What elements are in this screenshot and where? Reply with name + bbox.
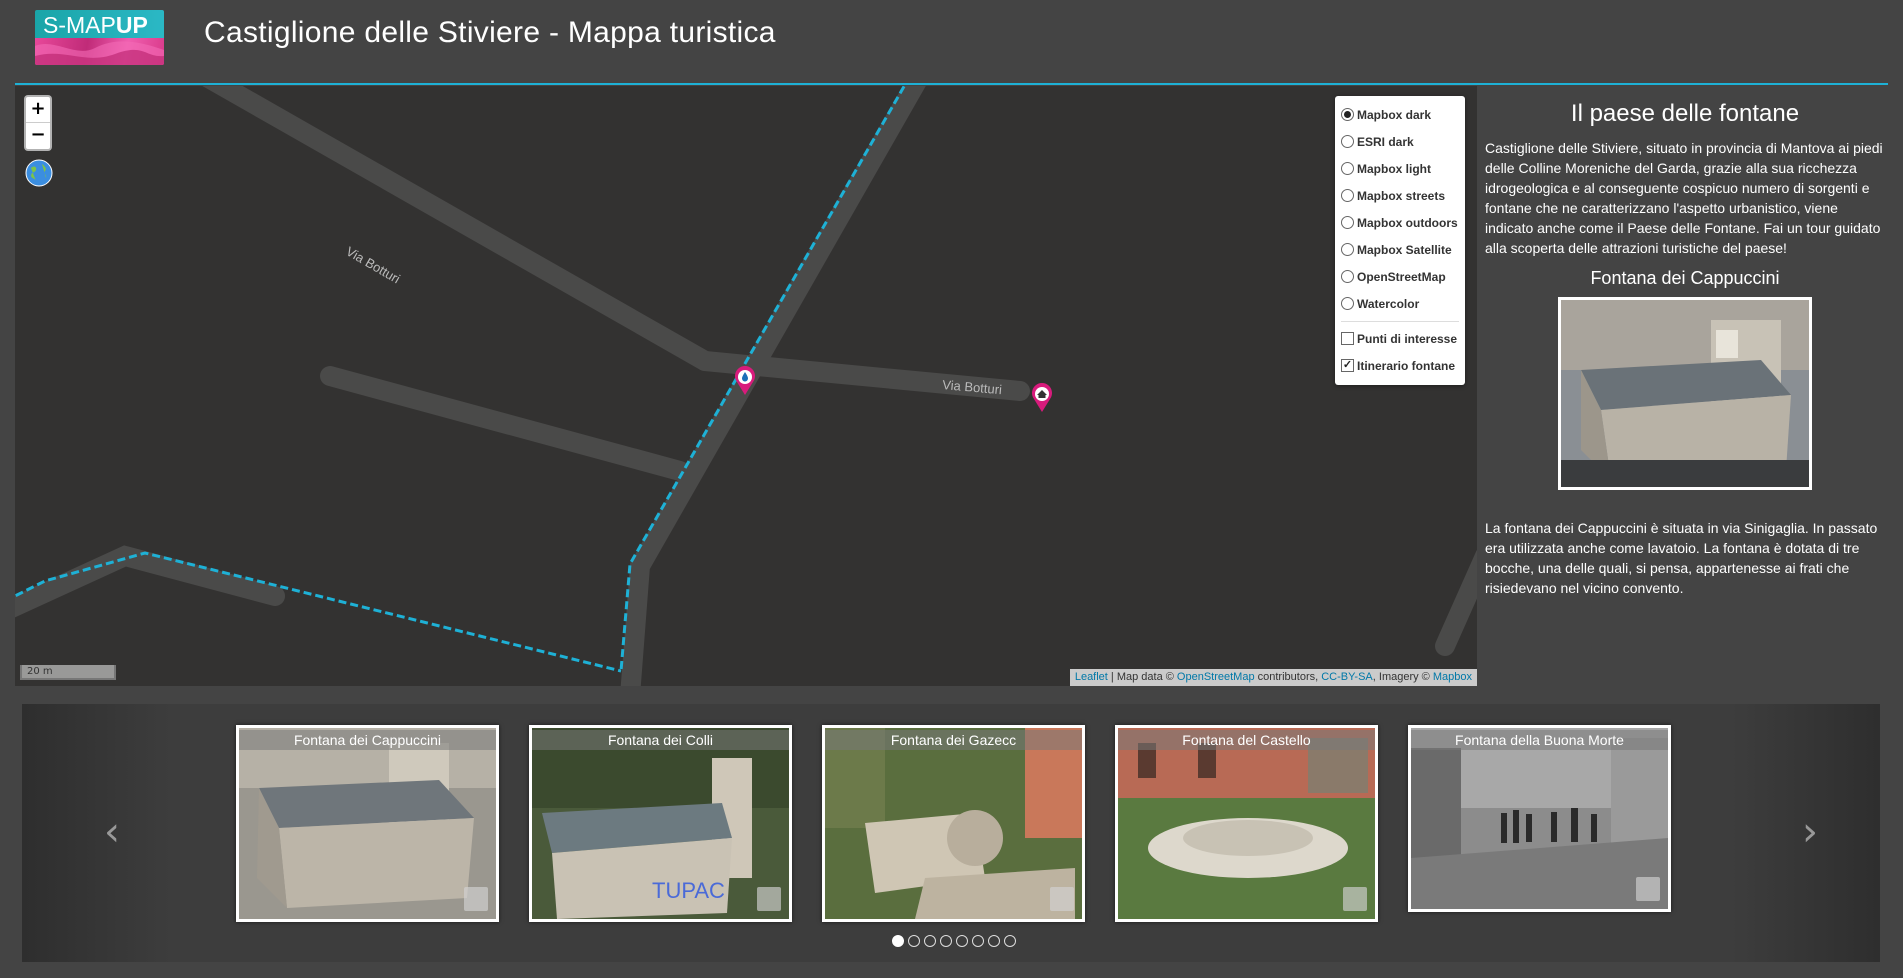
radio-button[interactable] [1341, 108, 1354, 121]
svg-text:TUPAC: TUPAC [652, 878, 725, 903]
page-title: Castiglione delle Stiviere - Mappa turis… [204, 16, 776, 49]
fountain-photo[interactable] [1558, 297, 1812, 490]
carousel-pagination [892, 935, 1016, 947]
layer-label: Mapbox streets [1357, 188, 1446, 203]
base-layer-option[interactable]: OpenStreetMap [1341, 263, 1459, 290]
overlay-layer-option[interactable]: Punti di interesse [1341, 325, 1459, 352]
map[interactable]: Via Botturi Via Botturi + − Mapbox dark E… [15, 86, 1477, 686]
card-label: Fontana dei Gazecc [825, 730, 1082, 750]
checkbox[interactable]: ✓ [1341, 359, 1354, 372]
layer-label: ESRI dark [1357, 134, 1414, 149]
street-label: Via Botturi [344, 244, 403, 287]
header-divider [15, 83, 1888, 85]
pagination-dot[interactable] [908, 935, 920, 947]
base-layer-option[interactable]: ESRI dark [1341, 128, 1459, 155]
pagination-dot[interactable] [988, 935, 1000, 947]
carousel-card[interactable]: TUPAC Fontana dei Colli [529, 725, 792, 922]
pagination-dot[interactable] [940, 935, 952, 947]
carousel-card[interactable]: Fontana dei Gazecc [822, 725, 1085, 922]
pagination-dot[interactable] [972, 935, 984, 947]
map-attribution: Leaflet | Map data © OpenStreetMap contr… [1069, 669, 1477, 686]
radio-button[interactable] [1341, 270, 1354, 283]
layer-label: OpenStreetMap [1357, 269, 1446, 284]
layer-label: Punti di interesse [1357, 331, 1458, 346]
radio-button[interactable] [1341, 297, 1354, 310]
pagination-dot[interactable] [892, 935, 904, 947]
zoom-control: + − [24, 95, 52, 151]
overlay-layer-option[interactable]: ✓ Itinerario fontane [1341, 352, 1459, 379]
pagination-dot[interactable] [924, 935, 936, 947]
home-marker-icon[interactable] [1031, 383, 1053, 413]
radio-button[interactable] [1341, 162, 1354, 175]
base-layer-option[interactable]: Mapbox light [1341, 155, 1459, 182]
pagination-dot[interactable] [956, 935, 968, 947]
checkbox[interactable] [1341, 332, 1354, 345]
logo: S-MAPUP [35, 10, 164, 65]
magnifier-icon[interactable] [757, 887, 781, 911]
sidebar-intro: Castiglione delle Stiviere, situato in p… [1485, 140, 1883, 256]
layer-label: Itinerario fontane [1357, 358, 1456, 373]
fountain-carousel: ‹ › Fontana dei Cappuccini TUPAC Fontana… [22, 704, 1880, 962]
info-sidebar: Il paese delle fontane Castiglione delle… [1485, 100, 1885, 598]
carousel-card[interactable]: Fontana della Buona Morte [1408, 725, 1671, 912]
globe-icon[interactable] [25, 159, 53, 187]
osm-link[interactable]: OpenStreetMap [1177, 671, 1255, 683]
layer-label: Watercolor [1357, 296, 1420, 311]
base-layer-option[interactable]: Mapbox outdoors [1341, 209, 1459, 236]
radio-button[interactable] [1341, 243, 1354, 256]
radio-button[interactable] [1341, 189, 1354, 202]
layer-label: Mapbox dark [1357, 107, 1432, 122]
layer-label: Mapbox light [1357, 161, 1431, 176]
base-layer-option[interactable]: Mapbox Satellite [1341, 236, 1459, 263]
carousel-card[interactable]: Fontana del Castello [1115, 725, 1378, 922]
magnifier-icon[interactable] [1343, 887, 1367, 911]
carousel-card[interactable]: Fontana dei Cappuccini [236, 725, 499, 922]
magnifier-icon[interactable] [1636, 877, 1660, 901]
base-layer-option[interactable]: Mapbox dark [1341, 101, 1459, 128]
carousel-next-button[interactable]: › [1795, 812, 1825, 852]
leaflet-link[interactable]: Leaflet [1075, 671, 1108, 683]
layer-label: Mapbox outdoors [1357, 215, 1458, 230]
license-link[interactable]: CC-BY-SA [1321, 671, 1373, 683]
base-layer-option[interactable]: Mapbox streets [1341, 182, 1459, 209]
card-label: Fontana dei Cappuccini [239, 730, 496, 750]
card-label: Fontana della Buona Morte [1411, 730, 1668, 750]
card-label: Fontana del Castello [1118, 730, 1375, 750]
magnifier-icon[interactable] [1050, 887, 1074, 911]
card-label: Fontana dei Colli [532, 730, 789, 750]
zoom-in-button[interactable]: + [26, 97, 50, 123]
carousel-prev-button[interactable]: ‹ [97, 812, 127, 852]
radio-button[interactable] [1341, 216, 1354, 229]
magnifier-icon[interactable] [464, 887, 488, 911]
pagination-dot[interactable] [1004, 935, 1016, 947]
zoom-out-button[interactable]: − [26, 123, 50, 149]
base-layer-option[interactable]: Watercolor [1341, 290, 1459, 317]
fountain-description: La fontana dei Cappuccini è situata in v… [1485, 520, 1878, 596]
layer-label: Mapbox Satellite [1357, 242, 1452, 257]
fountain-title: Fontana dei Cappuccini [1590, 268, 1780, 288]
fountain-marker-icon[interactable] [734, 366, 756, 396]
mapbox-link[interactable]: Mapbox [1433, 671, 1472, 683]
sidebar-title: Il paese delle fontane [1570, 100, 1800, 127]
layer-switcher: Mapbox dark ESRI dark Mapbox light Mapbox s… [1335, 96, 1465, 385]
scale-bar: 20 m [20, 665, 116, 680]
radio-button[interactable] [1341, 135, 1354, 148]
